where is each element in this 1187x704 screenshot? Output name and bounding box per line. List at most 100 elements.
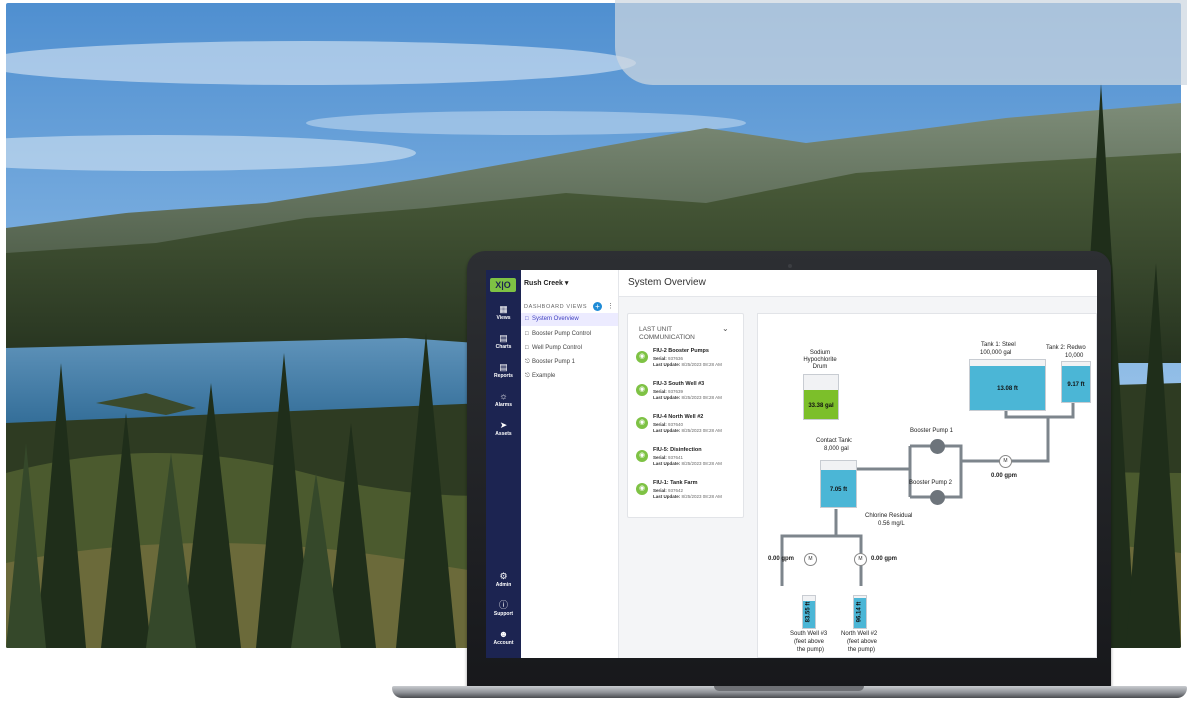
update-value: 8/25/2023 08:28 AM (681, 494, 722, 499)
nav-support[interactable]: ⓘ Support (486, 600, 521, 617)
nav-admin[interactable]: ⚙ Admin (486, 571, 521, 588)
nav-alarms[interactable]: ☼ Alarms (486, 391, 521, 408)
south-well-value: 83.55 ft (805, 601, 812, 623)
update-label: Last Update: (653, 428, 681, 433)
update-label: Last Update: (653, 362, 681, 367)
sidebar-item-example[interactable]: ⎋ Example (521, 370, 618, 383)
booster-pump-2-label: Booster Pump 2 (909, 480, 953, 486)
unit-serial: Serial: 937642 (653, 488, 683, 493)
serial-value: 937641 (668, 455, 684, 460)
dashboard-content: LAST UNIT COMMUNICATION ⌄ ◉ FIU-2 Booster… (619, 297, 1097, 658)
unit-row[interactable]: ◉ FIU-4 North Well #2 Serial: 937640 Last U… (636, 414, 742, 446)
pump-icon (930, 439, 945, 454)
wifi-icon: ◉ (636, 351, 648, 363)
hero-composite: X|O ▦ Views ▤ Charts ▤ Reports ☼ Alarms ➤ Ass… (0, 0, 1187, 704)
unit-row[interactable]: ◉ FIU-3 South Well #3 Serial: 937639 Last U… (636, 381, 742, 413)
sidebar-item-system-overview[interactable]: □ System Overview (521, 313, 618, 326)
contact-tank-value: 7.05 ft (829, 486, 848, 493)
nav-label: Reports (494, 373, 513, 379)
unit-serial: Serial: 937636 (653, 356, 683, 361)
unit-serial: Serial: 937639 (653, 389, 683, 394)
nav-account[interactable]: ☻ Account (486, 629, 521, 646)
serial-value: 937642 (668, 488, 684, 493)
north-well-sub2: the pump) (848, 647, 876, 653)
update-value: 8/25/2023 08:28 AM (681, 362, 722, 367)
nav-charts[interactable]: ▤ Charts (486, 333, 521, 350)
admin-icon: ⚙ (499, 571, 508, 581)
account-icon: ☻ (498, 629, 509, 639)
support-icon: ⓘ (498, 600, 508, 610)
process-diagram: Sodium Hypochlorite Drum 33.38 gal Tank 1:… (757, 313, 1097, 658)
contact-tank-capacity: 8,000 gal (824, 446, 849, 452)
charts-icon: ▤ (499, 333, 508, 343)
pump-icon (930, 490, 945, 505)
nav-assets[interactable]: ➤ Assets (486, 420, 521, 437)
wifi-icon: ◉ (636, 384, 648, 396)
nav-label: Admin (495, 582, 512, 588)
alarms-icon: ☼ (499, 391, 508, 401)
frosted-panel (615, 0, 1187, 85)
tank-redwood: 9.17 ft (1061, 361, 1091, 403)
nav-label: Assets (495, 431, 512, 437)
nav-rail: X|O ▦ Views ▤ Charts ▤ Reports ☼ Alarms ➤ Ass… (486, 270, 521, 658)
sidebar-item-booster-pump-control[interactable]: □ Booster Pump Control (521, 328, 618, 341)
unit-row[interactable]: ◉ FIU-2 Booster Pumps Serial: 937636 Last U… (636, 348, 742, 380)
nav-label: Account (493, 640, 514, 646)
wifi-icon: ◉ (636, 417, 648, 429)
nav-label: Views (496, 315, 511, 321)
unit-row[interactable]: ◉ FIU-1: Tank Farm Serial: 937642 Last Upda… (636, 480, 742, 512)
section-title: DASHBOARD VIEWS (524, 304, 588, 310)
site-selector[interactable]: Rush Creek ▾ (524, 279, 568, 287)
tank-steel-label: Tank 1: Steel (981, 342, 1016, 348)
chevron-down-icon[interactable]: ⌄ (722, 324, 729, 333)
nav-views[interactable]: ▦ Views (486, 304, 521, 321)
camera-icon (788, 264, 792, 268)
update-value: 8/25/2023 08:28 AM (681, 428, 722, 433)
tank-steel-value: 13.08 ft (997, 386, 1018, 392)
flow-meter-icon: M (999, 455, 1012, 468)
sidebar-item-booster-pump-1[interactable]: ⎋ Booster Pump 1 (521, 356, 618, 369)
page-title: System Overview (628, 277, 706, 288)
chem-drum-value: 33.38 gal (808, 402, 834, 409)
tank-redwood-value: 9.17 ft (1067, 382, 1085, 388)
reports-icon: ▤ (499, 362, 508, 372)
card-title: LAST UNIT COMMUNICATION (639, 326, 695, 341)
meter-south-reading: 0.00 gpm (768, 556, 795, 562)
wifi-icon: ◉ (636, 483, 648, 495)
south-well-sub1: (feet above (794, 639, 825, 645)
top-bar: System Overview (619, 270, 1097, 297)
sidebar-item-label: Booster Pump 1 (532, 359, 576, 365)
unit-last-update: Last Update: 8/25/2023 08:28 AM (653, 461, 722, 466)
meter-main-reading: 0.00 gpm (991, 473, 1018, 479)
nav-reports[interactable]: ▤ Reports (486, 362, 521, 379)
tank-redwood-capacity: 10,000 (1065, 353, 1084, 359)
unit-last-update: Last Update: 8/25/2023 08:28 AM (653, 395, 722, 400)
update-value: 8/25/2023 08:28 AM (681, 395, 722, 400)
serial-label: Serial: (653, 356, 667, 361)
xio-logo[interactable]: X|O (490, 278, 516, 292)
wifi-icon: ◉ (636, 450, 648, 462)
caret-down-icon: ▾ (564, 280, 569, 287)
communication-card: LAST UNIT COMMUNICATION ⌄ ◉ FIU-2 Booster… (627, 313, 744, 518)
serial-value: 937640 (668, 422, 684, 427)
flow-meter-icon: M (804, 553, 817, 566)
north-well-sub1: (feet above (847, 639, 878, 645)
tank-steel-capacity: 100,000 gal (980, 350, 1012, 356)
lock-icon: ⎋ (525, 373, 530, 379)
contact-tank-label: Contact Tank: (816, 438, 853, 444)
unit-row[interactable]: ◉ FIU-5: Disinfection Serial: 937641 Last U… (636, 447, 742, 479)
unit-last-update: Last Update: 8/25/2023 08:28 AM (653, 362, 722, 367)
drum-label: Sodium Hypochlorite Drum (803, 350, 837, 370)
chem-drum: 33.38 gal (803, 374, 839, 420)
unit-name: FIU-3 South Well #3 (653, 381, 705, 387)
add-view-button[interactable]: + (593, 302, 602, 311)
update-label: Last Update: (653, 494, 681, 499)
tank-steel: 13.08 ft (969, 359, 1046, 411)
more-icon[interactable]: ⋮ (607, 302, 614, 310)
meter-north-reading: 0.00 gpm (871, 556, 898, 562)
contact-tank: 7.05 ft (820, 460, 857, 508)
views-sidebar: Rush Creek ▾ DASHBOARD VIEWS + ⋮ □ System… (521, 270, 619, 658)
nav-label: Charts (495, 344, 512, 350)
sidebar-item-well-pump-control[interactable]: □ Well Pump Control (521, 342, 618, 355)
update-label: Last Update: (653, 395, 681, 400)
